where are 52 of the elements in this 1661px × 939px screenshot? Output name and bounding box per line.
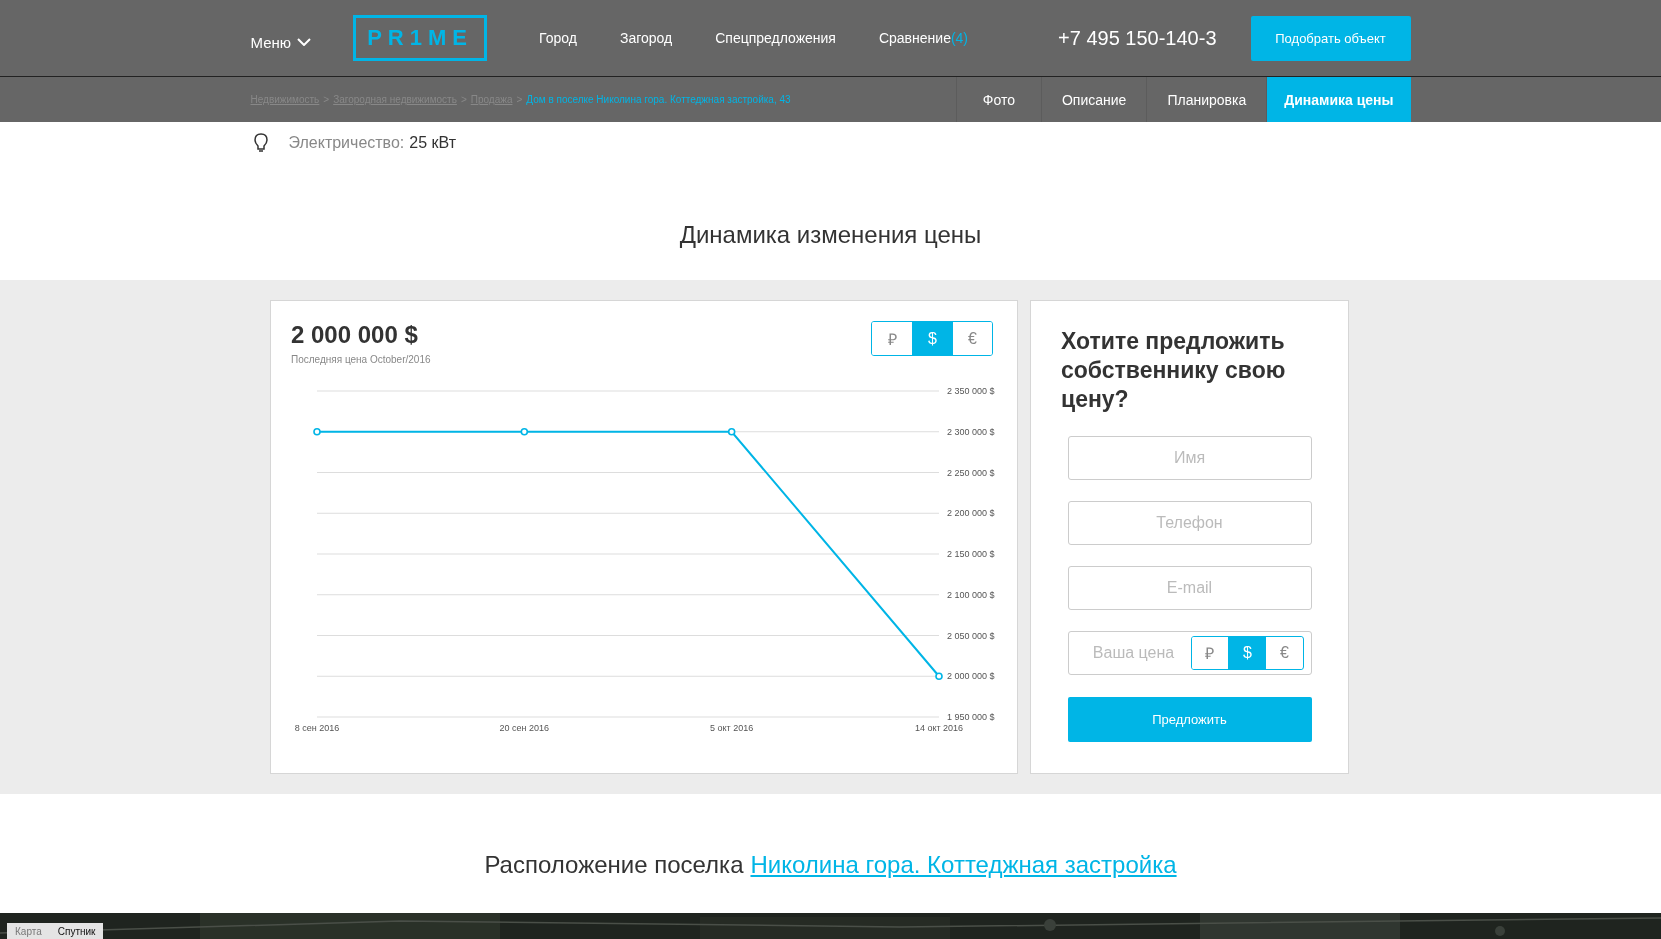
nav-link[interactable]: Спецпредложения — [715, 30, 836, 46]
y-axis-label: 2 050 000 $ — [947, 630, 995, 641]
input-field[interactable]: E-mail — [1067, 566, 1312, 610]
price-input-field[interactable]: Ваша цена ₽ $ € — [1067, 631, 1312, 675]
breadcrumb-separator: > — [460, 94, 467, 105]
y-axis-label: 2 300 000 $ — [947, 426, 995, 437]
logo[interactable]: PR1ME — [353, 15, 488, 61]
y-axis-label: 2 100 000 $ — [947, 589, 995, 600]
x-axis-label: 20 сен 2016 — [499, 723, 550, 733]
compare-link[interactable]: Сравнение(4) — [878, 30, 969, 46]
input-field[interactable]: Имя — [1067, 436, 1312, 480]
location-text: Расположение поселка — [484, 851, 744, 880]
offer-title: Хотите предложить собственнику свою цену? — [1061, 327, 1287, 414]
village-link[interactable]: Николина гора. Коттеджная застройка — [750, 851, 1177, 891]
data-point — [935, 672, 943, 681]
y-axis-label: 2 200 000 $ — [947, 508, 995, 519]
breadcrumb-separator: > — [323, 94, 330, 105]
price-caption: Последняя цена October/2016 — [291, 354, 431, 365]
tab[interactable]: Фото — [955, 77, 1041, 122]
tab[interactable]: Описание — [1041, 77, 1147, 122]
x-axis-label: 14 окт 2016 — [914, 723, 964, 733]
input-field[interactable]: Телефон — [1067, 501, 1312, 545]
tab[interactable]: Динамика цены — [1266, 77, 1411, 122]
chevron-icon — [297, 38, 312, 46]
currency-button[interactable]: € — [952, 322, 992, 355]
y-axis-label: 1 950 000 $ — [947, 712, 995, 722]
data-point — [727, 427, 736, 436]
breadcrumb-separator: > — [516, 94, 523, 105]
map-type-button[interactable]: Спутник — [49, 923, 104, 939]
nav-link[interactable]: Город — [539, 30, 577, 46]
y-axis-label: 2 150 000 $ — [947, 549, 995, 559]
section-title: Динамика изменения цены — [678, 220, 983, 250]
breadcrumb-current: Дом в поселке Николина гора. Коттеджная застройка, 43 — [526, 94, 791, 105]
submit-button[interactable]: Предложить — [1067, 697, 1312, 742]
currency-button[interactable]: € — [1265, 637, 1303, 669]
x-axis-label: 8 сен 2016 — [294, 723, 340, 733]
menu-button[interactable]: Меню — [250, 33, 312, 51]
y-axis-label: 2 000 000 $ — [947, 671, 995, 682]
y-axis-label: 2 250 000 $ — [947, 467, 995, 478]
map-type-button[interactable]: Карта — [7, 923, 50, 939]
infrastructure-value: 25 кВт — [409, 134, 456, 152]
y-axis-label: 2 350 000 $ — [947, 386, 995, 396]
currency-button[interactable]: $ — [912, 322, 952, 355]
phone-number: +7 495 150-140-3 — [1058, 26, 1217, 50]
currency-button[interactable]: $ — [1228, 637, 1266, 669]
nav-link[interactable]: Загород — [619, 30, 673, 46]
price: 2 000 000 $ — [291, 321, 419, 349]
x-axis-label: 5 окт 2016 — [710, 723, 754, 733]
data-point — [313, 427, 321, 436]
infrastructure-label: Электричество: — [288, 134, 405, 152]
pick-property-button[interactable]: Подобрать объект — [1250, 15, 1411, 61]
data-point — [520, 427, 529, 436]
